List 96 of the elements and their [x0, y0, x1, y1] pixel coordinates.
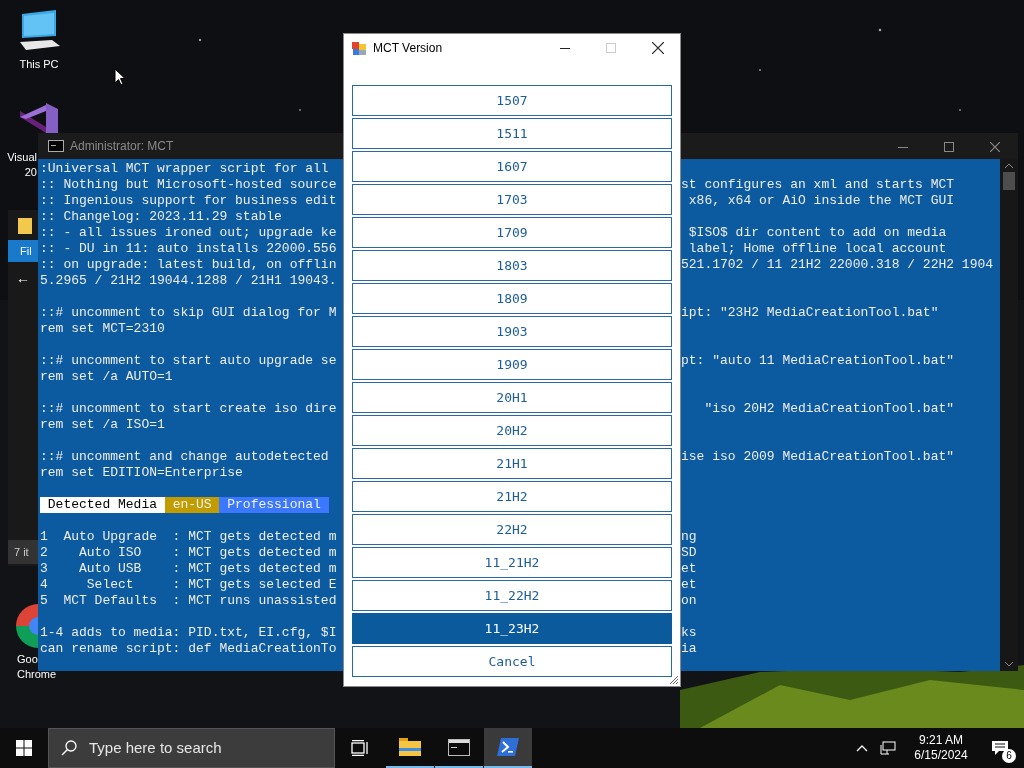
maximize-icon[interactable]	[944, 142, 954, 152]
notification-count: 6	[1002, 749, 1016, 763]
console-line: ng	[681, 529, 697, 545]
version-button[interactable]: 1809	[352, 283, 672, 314]
console-line: rem set /a ISO=1	[40, 417, 165, 433]
console-line: ::# uncomment to start auto upgrade se	[40, 353, 337, 369]
console-line: 2 Auto ISO : MCT gets detected m	[40, 545, 337, 561]
back-arrow[interactable]: ←	[8, 268, 38, 288]
version-button[interactable]: 20H2	[352, 415, 672, 446]
console-line: st configures an xml and starts MCT	[681, 177, 955, 193]
console-line: ise iso 2009 MediaCreationTool.bat"	[681, 449, 955, 465]
console-line: label; Home offline local account	[687, 241, 947, 257]
version-button[interactable]: 21H2	[352, 481, 672, 512]
icon-label[interactable]: 20	[24, 165, 37, 180]
scroll-down-icon[interactable]	[1005, 662, 1013, 667]
console-line: SD	[681, 545, 697, 561]
console-line: 3 Auto USB : MCT gets detected m	[40, 561, 337, 577]
console-line: :: - all issues ironed out; upgrade ke	[40, 225, 337, 241]
console-line: :: - DU in 11: auto installs 22000.556	[40, 241, 337, 257]
dialog-title: MCT Version	[373, 40, 443, 57]
resize-grip-icon[interactable]	[668, 674, 679, 685]
console-line: :: Nothing but Microsoft-hosted source	[40, 177, 337, 193]
console-line: ::# uncomment to skip GUI dialog for M	[40, 305, 337, 321]
console-line: pt: "auto 11 MediaCreationTool.bat"	[681, 353, 955, 369]
status-tag: en-US	[164, 497, 220, 513]
version-button[interactable]: 1909	[352, 349, 672, 380]
console-line: "iso 20H2 MediaCreationTool.bat"	[703, 401, 955, 417]
console-line: ks	[681, 625, 697, 641]
version-button[interactable]: 11_21H2	[352, 547, 672, 578]
console-line: ::# uncomment to start create iso dire	[40, 401, 337, 417]
version-button[interactable]: 1507	[352, 85, 672, 116]
status-tag: Professional	[219, 497, 329, 513]
cancel-button[interactable]: Cancel	[352, 646, 672, 677]
console-line: :Universal MCT wrapper script for all	[40, 161, 329, 177]
clock-date: 6/15/2024	[914, 748, 968, 763]
search-field[interactable]: Type here to search	[48, 728, 335, 768]
console-line: 4 Select : MCT gets selected E	[40, 577, 337, 593]
version-button[interactable]: 11_22H2	[352, 580, 672, 611]
search-placeholder: Type here to search	[89, 737, 222, 758]
console-line: 5.2965 / 21H2 19044.1288 / 21H1 19043.	[40, 273, 337, 289]
clock[interactable]: 9:21 AM 6/15/2024	[906, 733, 976, 763]
console-line: :: Ingenious support for business edit	[40, 193, 337, 209]
icon-label[interactable]: This PC	[19, 57, 59, 72]
console-line: rem set /a AUTO=1	[40, 369, 173, 385]
close-icon[interactable]	[652, 42, 664, 54]
console-line: ::# uncomment and change autodetected	[40, 449, 329, 465]
task-view-icon	[351, 740, 369, 756]
version-button[interactable]: 11_23H2	[352, 613, 672, 644]
version-button[interactable]: 1511	[352, 118, 672, 149]
scroll-up-icon[interactable]	[1005, 163, 1013, 168]
status-tag: Detected Media	[40, 497, 165, 513]
windows-logo-icon	[16, 740, 32, 756]
console-line: :: Changelog: 2023.11.29 stable	[40, 209, 282, 225]
clock-time: 9:21 AM	[919, 733, 963, 748]
console-line: x86, x64 or AiO inside the MCT GUI	[687, 193, 955, 209]
console-line: 1-4 adds to media: PID.txt, EI.cfg, $I	[40, 625, 337, 641]
console-line: 521.1702 / 11 21H2 22000.318 / 22H2 1904	[681, 257, 994, 273]
scroll-thumb[interactable]	[1003, 172, 1015, 190]
console-line: can rename script: def MediaCreationTo	[40, 641, 337, 657]
console-line: on	[681, 593, 697, 609]
version-button[interactable]: 1709	[352, 217, 672, 248]
console-line: et	[681, 577, 697, 593]
mouse-cursor-icon	[114, 68, 126, 86]
explorer-tab[interactable]: Fil	[8, 240, 38, 262]
console-line: et	[681, 561, 697, 577]
scrollbar[interactable]	[1000, 159, 1018, 671]
console-line: ia	[681, 641, 697, 657]
version-button[interactable]: 1703	[352, 184, 672, 215]
chevron-up-icon[interactable]	[856, 744, 868, 752]
icon-label[interactable]: Visual	[7, 150, 37, 165]
version-button[interactable]: 22H2	[352, 514, 672, 545]
console-line: rem set MCT=2310	[40, 321, 165, 337]
version-button[interactable]: 20H1	[352, 382, 672, 413]
icon-label[interactable]: Goo	[17, 652, 38, 667]
app-icon	[352, 41, 366, 55]
terminal-prompt-icon	[497, 738, 519, 756]
console-line: 5 MCT Defaults : MCT runs unassisted	[40, 593, 337, 609]
version-button[interactable]: 21H1	[352, 448, 672, 479]
console-icon	[48, 140, 64, 152]
maximize-icon	[606, 43, 616, 53]
console-icon	[448, 738, 470, 756]
console-line: ipt: "23H2 MediaCreationTool.bat"	[681, 305, 939, 321]
console-line: 1 Auto Upgrade : MCT gets detected m	[40, 529, 337, 545]
folder-icon	[18, 218, 32, 234]
version-button[interactable]: 1803	[352, 250, 672, 281]
console-line: rem set EDITION=Enterprise	[40, 465, 243, 481]
explorer-status: 7 it	[8, 540, 38, 564]
icon-label[interactable]: Chrome	[17, 667, 57, 682]
version-button[interactable]: 1607	[352, 151, 672, 182]
folder-icon	[399, 738, 421, 756]
console-line: :: on upgrade: latest build, on offlin	[40, 257, 337, 273]
console-line: $ISO$ dir content to add on media	[687, 225, 947, 241]
window-title: Administrator: MCT	[70, 138, 174, 155]
search-icon	[61, 740, 77, 756]
network-icon[interactable]	[880, 741, 896, 755]
version-button[interactable]: 1903	[352, 316, 672, 347]
